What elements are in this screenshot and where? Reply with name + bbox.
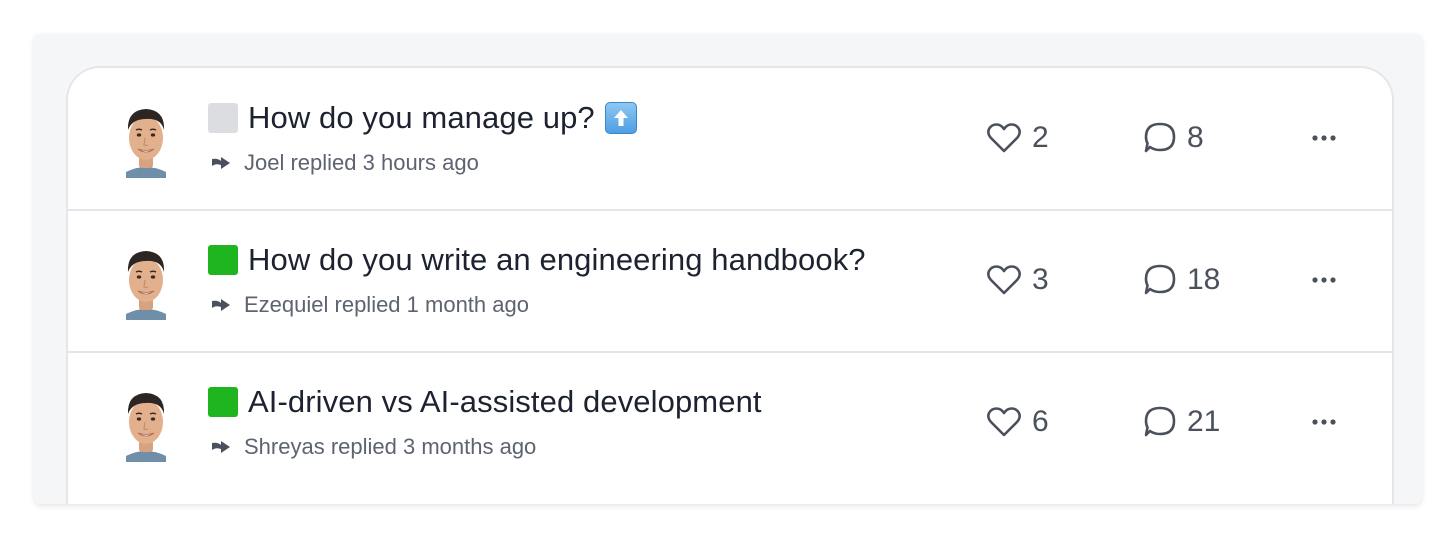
like-count: 3	[1032, 263, 1049, 296]
thread-list-card: How do you manage up? Joel replied 3 hou…	[66, 66, 1394, 504]
avatar[interactable]	[114, 98, 178, 178]
up-arrow-icon	[604, 102, 637, 134]
avatar[interactable]	[114, 240, 178, 320]
more-icon	[1312, 419, 1336, 425]
comment-bubble-icon	[1144, 122, 1176, 153]
last-reply: Shreyas replied 3 months ago	[210, 432, 536, 462]
reply-summary: Shreyas replied 3 months ago	[244, 434, 537, 459]
reply-summary: Joel replied 3 hours ago	[244, 150, 479, 175]
thread-row[interactable]: How do you write an engineering handbook…	[68, 210, 1392, 352]
comment-count: 18	[1187, 263, 1221, 296]
heart-icon	[987, 123, 1021, 153]
thread-title[interactable]: How do you manage up?	[248, 100, 595, 136]
comments-button[interactable]: 18	[1143, 260, 1220, 300]
avatar-image	[126, 393, 166, 462]
like-button[interactable]: 6	[986, 402, 1049, 442]
like-button[interactable]: 3	[986, 260, 1049, 300]
thread-title[interactable]: How do you write an engineering handbook…	[248, 242, 866, 278]
comment-bubble-icon	[1144, 264, 1176, 295]
thread-title[interactable]: AI-driven vs AI-assisted development	[248, 384, 762, 420]
avatar[interactable]	[114, 382, 178, 462]
green-square-icon	[208, 387, 238, 417]
more-icon	[1312, 277, 1336, 283]
like-count: 2	[1032, 121, 1049, 154]
comment-count: 8	[1187, 121, 1204, 154]
avatar-image	[126, 109, 166, 178]
avatar-image	[126, 251, 166, 320]
more-options-button[interactable]	[1304, 408, 1344, 436]
more-options-button[interactable]	[1304, 266, 1344, 294]
more-options-button[interactable]	[1304, 124, 1344, 152]
thread-title-line[interactable]: AI-driven vs AI-assisted development	[208, 382, 762, 422]
reply-arrow-icon	[212, 299, 230, 311]
comments-button[interactable]: 21	[1143, 402, 1220, 442]
reply-arrow-icon	[212, 157, 230, 169]
heart-icon	[987, 407, 1021, 437]
green-square-icon	[208, 245, 238, 275]
more-icon	[1312, 135, 1336, 141]
thread-row[interactable]: AI-driven vs AI-assisted development Shr…	[68, 352, 1392, 494]
comments-button[interactable]: 8	[1143, 118, 1204, 158]
comment-bubble-icon	[1144, 406, 1176, 437]
white-square-icon	[208, 103, 238, 133]
thread-list-panel: How do you manage up? Joel replied 3 hou…	[34, 34, 1422, 504]
reply-summary: Ezequiel replied 1 month ago	[244, 292, 529, 317]
like-count: 6	[1032, 405, 1049, 438]
thread-title-line[interactable]: How do you manage up?	[208, 98, 637, 138]
like-button[interactable]: 2	[986, 118, 1049, 158]
thread-title-line[interactable]: How do you write an engineering handbook…	[208, 240, 866, 280]
last-reply: Ezequiel replied 1 month ago	[210, 290, 529, 320]
comment-count: 21	[1187, 405, 1221, 438]
heart-icon	[987, 265, 1021, 295]
last-reply: Joel replied 3 hours ago	[210, 148, 479, 178]
thread-row[interactable]: How do you manage up? Joel replied 3 hou…	[68, 68, 1392, 210]
reply-arrow-icon	[212, 441, 230, 453]
